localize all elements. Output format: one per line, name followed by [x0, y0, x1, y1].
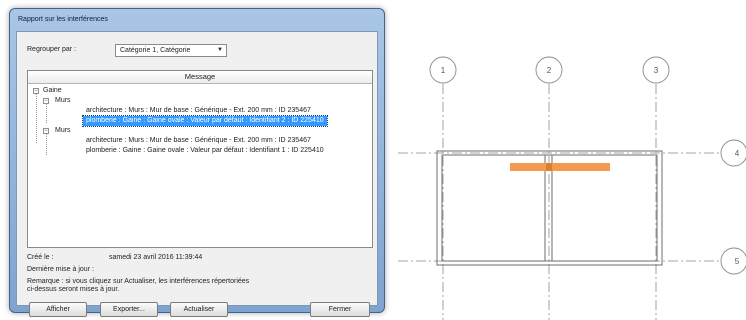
grid-label-4: 4 — [735, 149, 740, 158]
grid-lines — [398, 84, 721, 320]
plan-view[interactable]: 1 2 3 4 5 — [0, 0, 746, 320]
grid-label-3: 3 — [654, 66, 659, 75]
wall-dash-gaps — [438, 160, 661, 253]
clash-zone[interactable] — [546, 163, 552, 171]
clashing-duct[interactable] — [510, 163, 610, 171]
grid-bubble-4[interactable] — [720, 139, 746, 167]
grid-bubble-5[interactable] — [720, 247, 746, 275]
grid-label-2: 2 — [547, 66, 552, 75]
grid-label-1: 1 — [441, 66, 446, 75]
grid-label-5: 5 — [735, 257, 740, 266]
